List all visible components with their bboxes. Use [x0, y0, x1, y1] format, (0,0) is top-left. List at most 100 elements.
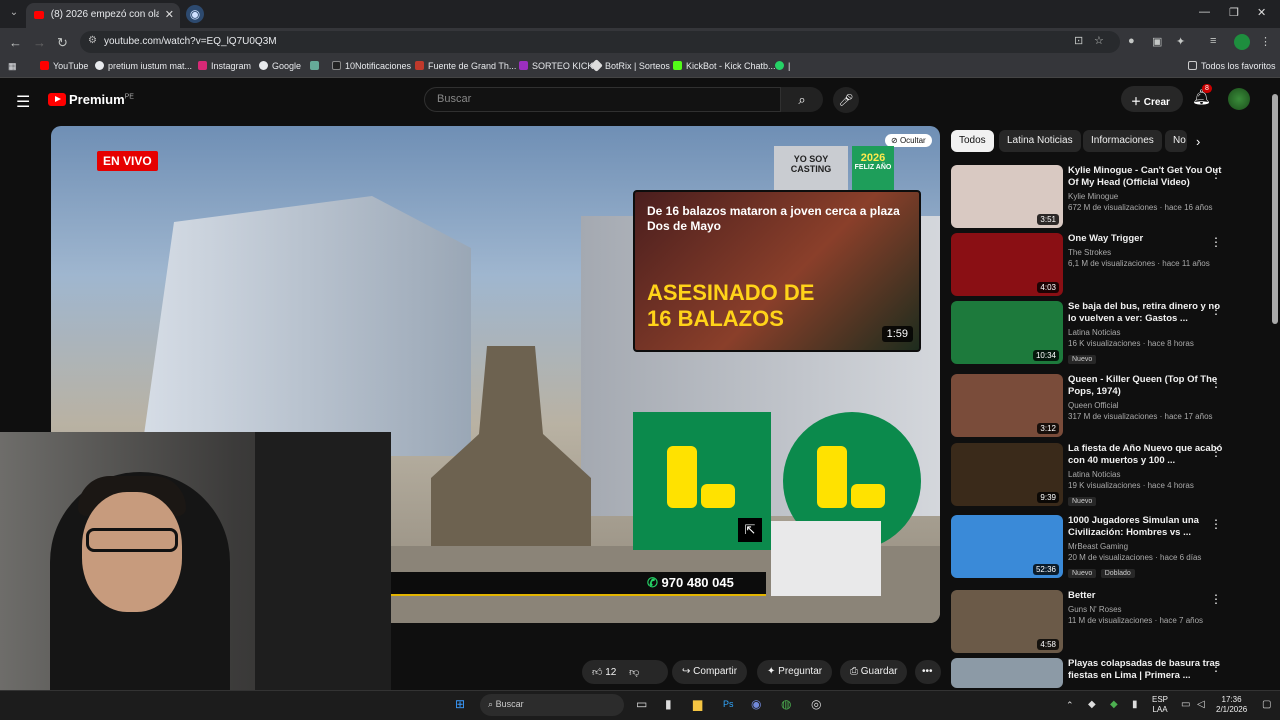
chip-more[interactable]: No [1165, 130, 1187, 152]
chrome-icon[interactable]: ◍ [781, 697, 791, 711]
save-button[interactable]: ⎙ Guardar [840, 660, 908, 684]
video-channel[interactable]: Latina Noticias [1068, 328, 1228, 337]
restore-icon[interactable]: ❐ [1229, 6, 1239, 19]
display-icon[interactable]: ▭ [1181, 699, 1190, 710]
bookmark-star-icon[interactable]: ☆ [1094, 34, 1104, 47]
ask-button[interactable]: ✦ Preguntar [757, 660, 833, 684]
clock[interactable]: 17:36 2/1/2026 [1216, 695, 1247, 715]
external-link-icon[interactable]: ⇱ [738, 518, 762, 542]
video-title[interactable]: Queen - Killer Queen (Top Of The Pops, 1… [1068, 374, 1228, 398]
extension-icon[interactable]: ▣ [1152, 35, 1162, 48]
related-video[interactable]: 3:12 Queen - Killer Queen (Top Of The Po… [951, 374, 1251, 438]
app-icon[interactable]: ▮ [665, 697, 672, 711]
bookmark-item[interactable] [310, 61, 323, 71]
bookmark-item[interactable]: 10Notificaciones [332, 61, 411, 71]
back-icon[interactable]: ← [9, 35, 22, 50]
bookmark-item[interactable]: YouTube [40, 61, 88, 71]
tab-search-button[interactable]: ⌄ [6, 5, 22, 21]
account-avatar[interactable] [1228, 88, 1250, 110]
more-actions-button[interactable]: ••• [915, 660, 941, 684]
more-options-icon[interactable]: ⋮ [1210, 592, 1222, 606]
more-options-icon[interactable]: ⋮ [1210, 376, 1222, 390]
video-thumbnail[interactable]: 52:36 [951, 515, 1063, 578]
browser-tab[interactable]: (8) 2026 empezó con olas de ca ✕ [26, 3, 180, 28]
bookmark-item[interactable]: BotRix | Sorteos [590, 59, 670, 72]
video-thumbnail[interactable]: 10:34 [951, 301, 1063, 364]
related-video[interactable]: 10:34 Se baja del bus, retira dinero y n… [951, 301, 1251, 365]
tray-icon[interactable]: ◆ [1110, 699, 1118, 710]
bookmark-item[interactable]: pretium iustum mat... [95, 61, 192, 71]
site-info-icon[interactable]: ⚙ [88, 35, 97, 46]
related-video[interactable]: 4:03 One Way Trigger The Strokes 6,1 M de … [951, 233, 1251, 297]
thumbs-down-icon[interactable]: 👎︎ [629, 667, 639, 678]
install-icon[interactable]: ⊡ [1074, 34, 1083, 47]
file-explorer-icon[interactable]: ▆ [693, 697, 702, 711]
address-bar[interactable]: ⚙ youtube.com/watch?v=EQ_lQ7U0Q3M ⊡ ☆ [80, 31, 1120, 53]
chevron-right-icon[interactable]: › [1196, 134, 1200, 149]
suggested-video-card[interactable]: De 16 balazos mataron a joven cerca a pl… [633, 190, 921, 352]
youtube-logo[interactable]: PremiumPE [48, 92, 134, 107]
video-title[interactable]: One Way Trigger [1068, 233, 1228, 245]
bookmark-item[interactable]: Instagram [198, 61, 251, 71]
video-channel[interactable]: The Strokes [1068, 248, 1228, 257]
more-options-icon[interactable]: ⋮ [1210, 167, 1222, 181]
profile-tab-icon[interactable]: ◉ [186, 5, 204, 23]
extensions-puzzle-icon[interactable]: ✦ [1176, 35, 1185, 48]
taskbar-search[interactable]: ⌕ Buscar [480, 694, 624, 716]
related-video[interactable]: 3:51 Kylie Minogue - Can't Get You Out O… [951, 165, 1251, 229]
search-input[interactable]: Buscar [424, 87, 781, 112]
like-button[interactable]: 👍︎ 12 👎︎ [582, 660, 668, 684]
more-options-icon[interactable]: ⋮ [1210, 445, 1222, 459]
profile-avatar[interactable] [1234, 34, 1250, 50]
volume-icon[interactable]: ◁ [1197, 699, 1205, 710]
video-channel[interactable]: Guns N' Roses [1068, 605, 1228, 614]
video-channel[interactable]: Latina Noticias [1068, 470, 1228, 479]
related-video[interactable]: 4:58 Better Guns N' Roses 11 M de visualiz… [951, 590, 1251, 654]
related-video[interactable]: Playas colapsadas de basura tras fiestas… [951, 658, 1251, 688]
browser-menu-icon[interactable]: ⋮ [1260, 35, 1271, 48]
photoshop-icon[interactable]: Ps [723, 699, 734, 709]
scrollbar-thumb[interactable] [1272, 94, 1278, 324]
bookmark-item[interactable]: KickBot - Kick Chatb... [673, 61, 776, 71]
video-channel[interactable]: Queen Official [1068, 401, 1228, 410]
related-video[interactable]: 52:36 1000 Jugadores Simulan una Civiliz… [951, 515, 1251, 579]
close-tab-icon[interactable]: ✕ [165, 8, 174, 21]
video-thumbnail[interactable]: 4:03 [951, 233, 1063, 296]
extension-icon[interactable]: ● [1128, 35, 1135, 47]
bookmark-item[interactable]: SORTEO KICK [519, 61, 593, 71]
windows-start-icon[interactable]: ⊞ [455, 697, 465, 711]
video-title[interactable]: Better [1068, 590, 1228, 602]
video-channel[interactable]: Kylie Minogue [1068, 192, 1228, 201]
bookmark-item[interactable]: Google [259, 61, 301, 71]
notifications-button[interactable]: 🔔︎ 8 [1192, 84, 1212, 106]
video-title[interactable]: Kylie Minogue - Can't Get You Out Of My … [1068, 165, 1228, 189]
video-thumbnail[interactable] [951, 658, 1063, 688]
all-bookmarks[interactable]: Todos los favoritos [1188, 61, 1276, 71]
bookmark-item[interactable]: Fuente de Grand Th... [415, 61, 516, 71]
microphone-icon[interactable]: ▮ [1132, 699, 1138, 710]
page-scrollbar[interactable] [1272, 84, 1278, 684]
search-button[interactable]: ⌕ [781, 87, 823, 112]
voice-search-button[interactable]: 🎤︎ [833, 87, 859, 113]
video-title[interactable]: Se baja del bus, retira dinero y no lo v… [1068, 301, 1228, 325]
more-options-icon[interactable]: ⋮ [1210, 235, 1222, 249]
share-button[interactable]: ↪ Compartir [672, 660, 748, 684]
video-thumbnail[interactable]: 4:58 [951, 590, 1063, 653]
chip-latina-noticias[interactable]: Latina Noticias [999, 130, 1081, 152]
video-title[interactable]: 1000 Jugadores Simulan una Civilización:… [1068, 515, 1228, 539]
reload-icon[interactable]: ↻ [57, 35, 68, 51]
notification-center-icon[interactable]: ▢ [1262, 699, 1271, 710]
related-video[interactable]: 9:39 La fiesta de Año Nuevo que acabó co… [951, 443, 1251, 507]
video-thumbnail[interactable]: 3:12 [951, 374, 1063, 437]
more-options-icon[interactable]: ⋮ [1210, 660, 1222, 674]
more-options-icon[interactable]: ⋮ [1210, 303, 1222, 317]
video-title[interactable]: Playas colapsadas de basura tras fiestas… [1068, 658, 1228, 682]
tray-icon[interactable]: ◆ [1088, 699, 1096, 710]
app-icon[interactable]: ◎ [811, 697, 821, 711]
chevron-up-icon[interactable]: ⌃ [1066, 700, 1074, 711]
create-button[interactable]: ＋ Crear [1121, 86, 1183, 112]
task-view-icon[interactable]: ▭ [636, 697, 647, 711]
media-icon[interactable]: ≡ [1210, 35, 1216, 47]
forward-icon[interactable]: → [33, 35, 46, 50]
minimize-icon[interactable]: — [1199, 6, 1210, 18]
